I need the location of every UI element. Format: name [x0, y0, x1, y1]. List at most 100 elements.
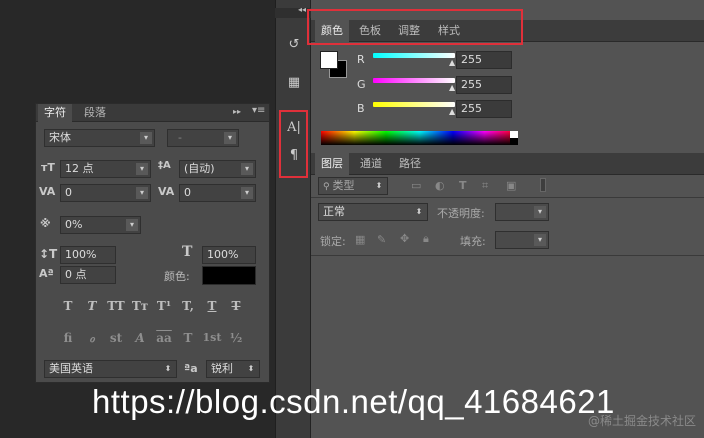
slider-r-thumb[interactable]: ▲ [449, 58, 455, 67]
chevron-down-icon: ▾ [224, 132, 236, 144]
filter-type-icon[interactable]: T [459, 179, 467, 192]
spectrum-white-black[interactable] [510, 131, 518, 145]
tsume-icon: ※ [40, 217, 51, 230]
chevron-down-icon: ▾ [534, 234, 546, 246]
filter-pixel-icon[interactable]: ▭ [411, 179, 421, 192]
channel-b-slider[interactable] [373, 102, 455, 107]
lock-paint-icon[interactable]: ✎ [377, 233, 386, 246]
char-panel-tabbar: 字符 段落 ▸▸ ▾≡ [36, 104, 269, 122]
channel-b-label: B [357, 102, 365, 115]
fill-field[interactable]: ▾ [495, 231, 549, 249]
tab-paragraph[interactable]: 段落 [80, 104, 110, 122]
tab-channels[interactable]: 通道 [354, 153, 388, 175]
channel-r-value[interactable]: 255 [456, 51, 512, 69]
kerning-icon: VA [39, 185, 56, 198]
lock-move-icon[interactable]: ✥ [400, 232, 409, 245]
swatches-dock-icon[interactable]: ▦ [283, 72, 305, 94]
lock-transparent-icon[interactable]: ▦ [355, 233, 365, 246]
paragraph-panel-icon[interactable]: ¶ [283, 145, 305, 167]
filter-adjust-icon[interactable]: ◐ [435, 179, 445, 192]
channel-g-label: G [357, 78, 366, 91]
vertical-scale-icon: ↕T [39, 247, 58, 261]
fractions-button[interactable]: ½ [226, 328, 246, 348]
channel-g-value[interactable]: 255 [456, 76, 512, 94]
ligatures-button[interactable]: fi [58, 328, 78, 348]
slider-g-thumb[interactable]: ▲ [449, 83, 455, 92]
swash-button[interactable]: A [130, 328, 150, 348]
layers-panel-tabs: 图层 通道 路径 [311, 153, 704, 175]
ordinals-button[interactable]: 1st [202, 328, 222, 348]
filter-shape-icon[interactable]: ⌗ [482, 179, 488, 193]
stylistic-alternates-button[interactable]: aa [154, 328, 174, 348]
leading-select[interactable]: (自动) ▾ [179, 160, 256, 178]
chevron-down-icon: ▾ [126, 219, 138, 231]
horizontal-scale-field[interactable]: 100% [202, 246, 256, 264]
text-color-swatch[interactable] [202, 266, 256, 285]
chevron-down-icon: ▾ [241, 163, 253, 175]
font-style-select[interactable]: - ▾ [167, 129, 239, 147]
strikethrough-button[interactable]: T [226, 296, 246, 316]
titling-alternates-button[interactable]: T [178, 328, 198, 348]
all-caps-button[interactable]: TT [106, 296, 126, 316]
channel-r-slider[interactable] [373, 53, 455, 58]
tracking-select[interactable]: 0 ▾ [179, 184, 256, 202]
chevron-down-icon: ▾ [136, 163, 148, 175]
tsume-select[interactable]: 0% ▾ [60, 216, 141, 234]
font-size-select[interactable]: 12 点 ▾ [60, 160, 151, 178]
right-panels: 颜色 色板 调整 样式 R ▲ 255 G ▲ 255 B ▲ 255 图层 通… [307, 0, 704, 438]
faux-italic-button[interactable]: T [82, 296, 102, 316]
baseline-shift-field[interactable]: 0 点 [60, 266, 116, 284]
tab-layers[interactable]: 图层 [315, 153, 349, 175]
color-spectrum[interactable] [321, 131, 518, 145]
channel-b-value[interactable]: 255 [456, 100, 512, 118]
chevron-updown-icon: ⬍ [164, 364, 172, 373]
foreground-color-swatch[interactable] [320, 51, 338, 69]
tab-paths[interactable]: 路径 [393, 153, 427, 175]
layers-filter-row: ⚲ 类型 ⬍ ▭ ◐ T ⌗ ▣ [311, 176, 704, 198]
font-size-icon: тT [41, 161, 55, 174]
discretionary-ligatures-button[interactable]: ℴ [82, 328, 102, 348]
url-watermark: https://blog.csdn.net/qq_41684621 [92, 383, 615, 420]
underline-button[interactable]: T [202, 296, 222, 316]
channel-r-label: R [357, 53, 365, 66]
spectrum-shade [321, 131, 518, 145]
chevron-down-icon: ▾ [241, 187, 253, 199]
lock-all-icon[interactable]: 🔒︎ [423, 232, 429, 246]
blend-mode-select[interactable]: 正常 ⬍ [318, 203, 428, 221]
fill-label: 填充: [460, 235, 486, 248]
tabs-highlight-box [307, 9, 523, 45]
character-panel: 字符 段落 ▸▸ ▾≡ 宋体 ▾ - ▾ тT 12 点 ▾ ‡A (自动) ▾… [35, 103, 270, 383]
antialias-select[interactable]: 锐利 ⬍ [206, 360, 260, 378]
chevron-down-icon: ⬍ [375, 181, 383, 190]
dock-collapse-bar[interactable]: ◂◂ [275, 5, 311, 18]
language-select[interactable]: 美国英语 ⬍ [44, 360, 177, 378]
filter-smart-icon[interactable]: ▣ [506, 179, 516, 192]
vertical-scale-field[interactable]: 100% [60, 246, 116, 264]
tab-character[interactable]: 字符 [38, 104, 72, 122]
subscript-button[interactable]: T, [178, 296, 198, 316]
slider-b-thumb[interactable]: ▲ [449, 107, 455, 116]
opacity-field[interactable]: ▾ [495, 203, 549, 221]
panel-dock [275, 0, 311, 438]
history-icon[interactable]: ↺ [283, 34, 305, 56]
corner-watermark: @稀土掘金技术社区 [587, 414, 696, 428]
filter-toggle-icon[interactable] [540, 178, 546, 192]
filter-kind-select[interactable]: ⚲ 类型 ⬍ [318, 177, 388, 195]
old-style-button[interactable]: st [106, 328, 126, 348]
faux-bold-button[interactable]: T [58, 296, 78, 316]
channel-g-slider[interactable] [373, 78, 455, 83]
small-caps-button[interactable]: Tт [130, 296, 150, 316]
color-label: 颜色: [164, 270, 190, 283]
kerning-select[interactable]: 0 ▾ [60, 184, 151, 202]
tracking-icon: VA [158, 185, 175, 198]
antialias-icon: ªa [184, 362, 198, 375]
superscript-button[interactable]: T¹ [154, 296, 174, 316]
chevron-down-icon: ▾ [534, 206, 546, 218]
font-family-select[interactable]: 宋体 ▾ [44, 129, 155, 147]
double-arrow-icon[interactable]: ▸▸ [233, 107, 241, 116]
collapse-arrows-icon[interactable]: ◂◂ [298, 5, 306, 14]
lock-label: 锁定: [320, 235, 346, 248]
panel-menu-icon[interactable]: ▾≡ [252, 105, 265, 116]
leading-icon: ‡A [158, 160, 171, 171]
character-panel-icon[interactable]: A| [283, 117, 305, 139]
